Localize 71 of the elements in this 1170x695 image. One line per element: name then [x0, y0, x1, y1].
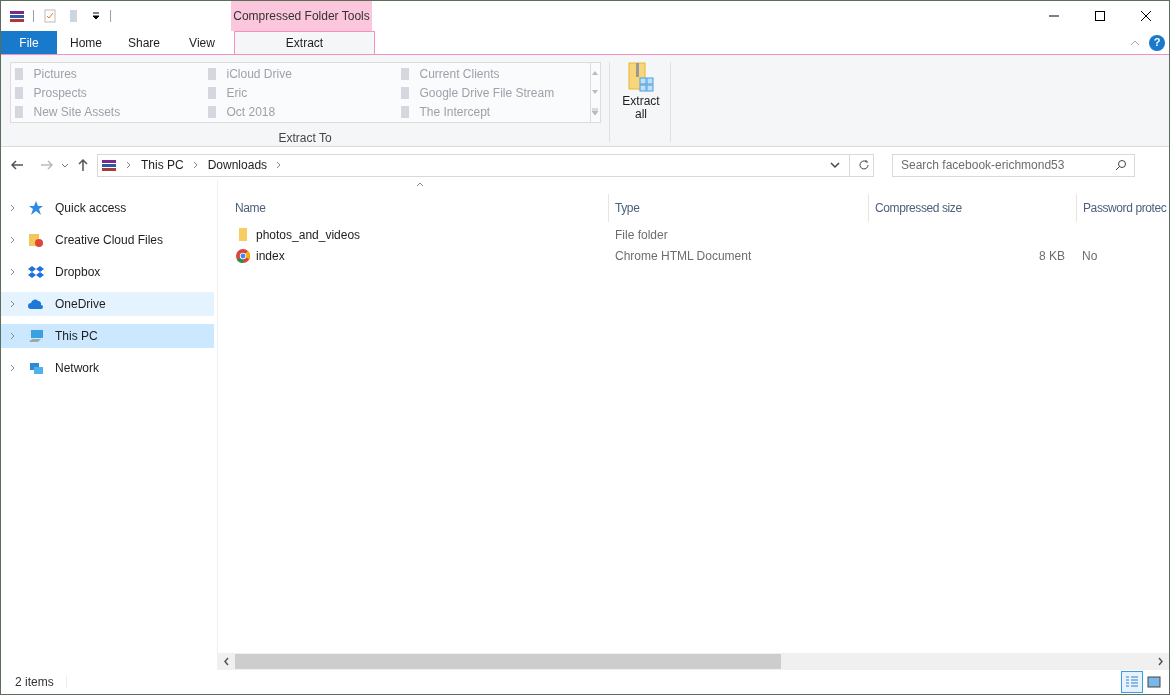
- chevron-icon[interactable]: [9, 364, 17, 372]
- folder-icon: [205, 86, 218, 100]
- folder-icon: [12, 86, 25, 100]
- chevron-icon[interactable]: [125, 161, 133, 169]
- archive-app-icon[interactable]: [9, 8, 25, 24]
- file-name: photos_and_videos: [256, 226, 361, 244]
- chevron-icon[interactable]: [191, 161, 200, 169]
- folder-icon: [398, 66, 411, 81]
- breadcrumb[interactable]: Downloads: [207, 156, 268, 174]
- column-header[interactable]: Type: [615, 199, 640, 217]
- column-header[interactable]: Password protec: [1083, 199, 1167, 217]
- horizontal-scrollbar[interactable]: [218, 653, 1169, 670]
- chevron-icon[interactable]: [9, 204, 17, 212]
- dropdown-icon[interactable]: [90, 10, 102, 22]
- large-icons-view-icon: [1147, 675, 1161, 689]
- folder-icon: [239, 228, 247, 241]
- address-bar[interactable]: This PC Downloads: [97, 153, 874, 177]
- column-header[interactable]: Name: [235, 199, 266, 217]
- nav-item[interactable]: This PC: [1, 324, 214, 348]
- password-protected: No: [1082, 248, 1098, 263]
- file-row[interactable]: index Chrome HTML Document 8 KB No: [227, 245, 1169, 266]
- nav-item[interactable]: Creative Cloud Files: [1, 228, 214, 252]
- folder-icon: [12, 66, 25, 81]
- file-row[interactable]: photos_and_videos File folder: [227, 224, 1169, 245]
- recent-dropdown-icon[interactable]: [61, 161, 69, 169]
- zipped-folder-icon: [627, 62, 655, 94]
- file-type: File folder: [615, 227, 668, 242]
- address-dropdown-icon[interactable]: [829, 159, 841, 171]
- archive-icon: [101, 157, 117, 173]
- status-text: 2 items: [15, 674, 54, 691]
- nav-item[interactable]: Network: [1, 356, 214, 380]
- nav-item[interactable]: OneDrive: [1, 292, 214, 316]
- refresh-icon[interactable]: [858, 159, 870, 171]
- computer-icon: [28, 328, 44, 344]
- search-field[interactable]: Search facebook-erichmond53: [892, 153, 1135, 177]
- ribbon-tab[interactable]: File: [1, 31, 57, 54]
- details-view-icon: [1125, 675, 1139, 689]
- nav-item[interactable]: Dropbox: [1, 260, 214, 284]
- close-icon: [1141, 11, 1151, 21]
- context-tab-group-label: Compressed Folder Tools: [233, 8, 370, 25]
- chevron-icon[interactable]: [9, 332, 17, 340]
- extract-all-button[interactable]: Extract all: [618, 62, 664, 124]
- folder-icon: [205, 105, 218, 120]
- properties-icon[interactable]: [42, 8, 58, 24]
- file-type: Chrome HTML Document: [615, 248, 752, 263]
- folder-icon: [398, 105, 411, 120]
- breadcrumb[interactable]: This PC: [141, 156, 184, 174]
- folder-icon: [398, 86, 411, 100]
- chevron-icon[interactable]: [9, 300, 17, 308]
- sort-ascending-icon: [416, 180, 424, 188]
- star-icon: [28, 200, 44, 216]
- scrollbar-thumb[interactable]: [235, 654, 781, 669]
- compressed-size: 8 KB: [1039, 247, 1065, 265]
- nav-item[interactable]: Quick access: [1, 196, 214, 220]
- folder-icon: [28, 232, 44, 248]
- help-button[interactable]: ?: [1149, 34, 1165, 51]
- column-header[interactable]: Compressed size: [875, 199, 962, 217]
- search-icon: [1115, 158, 1127, 171]
- group-label: Extract To: [278, 130, 332, 147]
- browser-icon: [235, 247, 251, 264]
- chevron-icon[interactable]: [9, 268, 17, 276]
- ribbon-tab[interactable]: Extract: [234, 31, 375, 54]
- network-icon: [28, 360, 44, 376]
- more-icon[interactable]: [591, 108, 599, 117]
- folder-icon: [205, 66, 218, 81]
- file-name: index: [256, 247, 285, 265]
- chevron-icon[interactable]: [9, 236, 17, 244]
- folder-icon: [12, 105, 25, 120]
- box-icon: [28, 264, 44, 280]
- details-view-button[interactable]: [1121, 671, 1143, 693]
- maximize-icon: [1095, 11, 1105, 21]
